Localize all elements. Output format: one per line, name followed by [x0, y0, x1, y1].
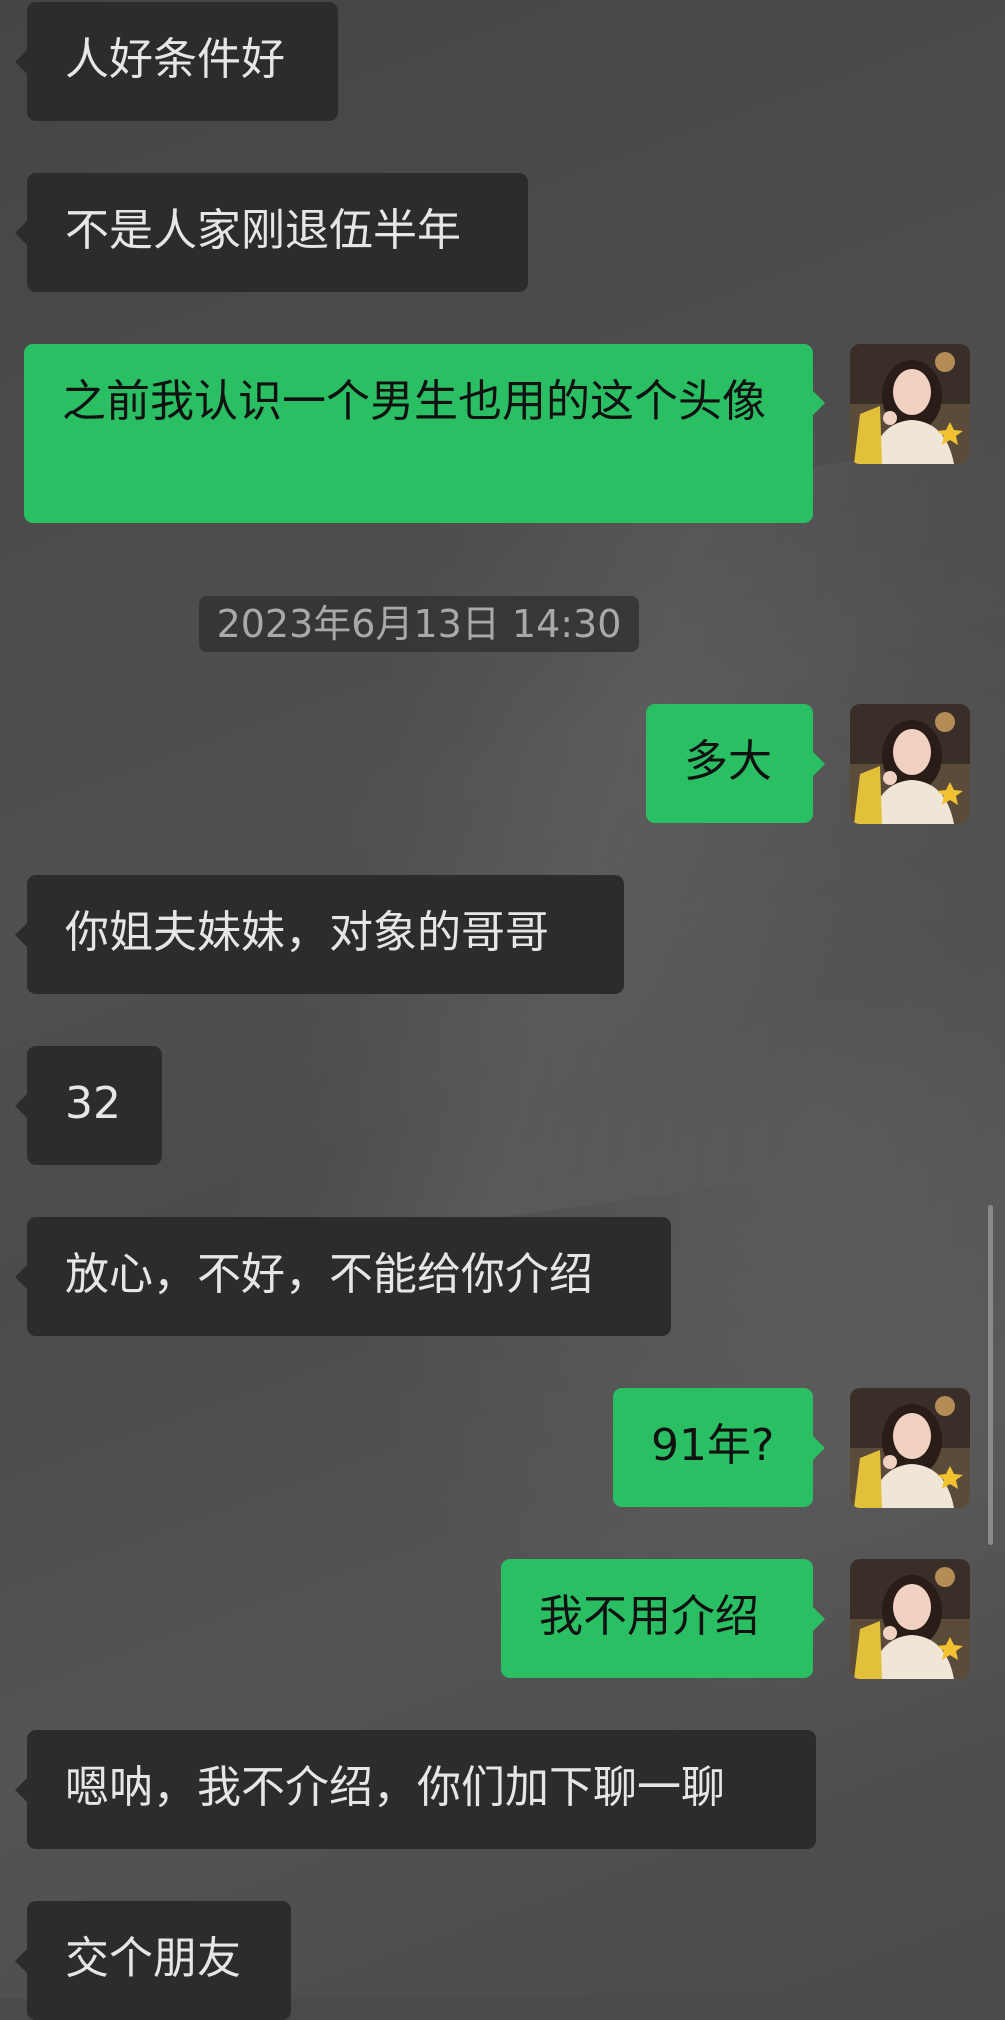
- avatar[interactable]: [850, 704, 970, 824]
- message-text: 你姐夫妹妹，对象的哥哥: [65, 907, 549, 958]
- message-text: 我不用介绍: [539, 1591, 759, 1642]
- user-avatar-icon: [850, 1388, 970, 1508]
- message-text: 嗯呐，我不介绍，你们加下聊一聊: [65, 1762, 725, 1813]
- scrollbar[interactable]: [988, 1205, 993, 1545]
- message-bubble-incoming[interactable]: 放心，不好，不能给你介绍: [15, 1217, 671, 1336]
- message-bubble-outgoing[interactable]: 我不用介绍: [501, 1559, 825, 1678]
- avatar[interactable]: [850, 344, 970, 464]
- user-avatar-icon: [850, 344, 970, 464]
- user-avatar-icon: [850, 1559, 970, 1679]
- message-text: 不是人家刚退伍半年: [65, 205, 461, 256]
- timestamp: 2023年6月13日 14:30: [199, 596, 639, 652]
- message-text: 91年?: [651, 1420, 775, 1471]
- message-text: 之前我认识一个男生也用的这个头像: [62, 376, 766, 427]
- avatar[interactable]: [850, 1388, 970, 1508]
- message-bubble-incoming[interactable]: 交个朋友: [15, 1901, 291, 2020]
- message-bubble-outgoing[interactable]: 之前我认识一个男生也用的这个头像: [24, 344, 825, 523]
- message-bubble-incoming[interactable]: 你姐夫妹妹，对象的哥哥: [15, 875, 624, 994]
- message-bubble-incoming[interactable]: 嗯呐，我不介绍，你们加下聊一聊: [15, 1730, 816, 1849]
- message-bubble-incoming[interactable]: 人好条件好: [15, 2, 338, 121]
- message-bubble-incoming[interactable]: 不是人家刚退伍半年: [15, 173, 528, 292]
- message-text: 放心，不好，不能给你介绍: [65, 1249, 593, 1300]
- message-bubble-incoming[interactable]: 32: [15, 1046, 162, 1165]
- user-avatar-icon: [850, 704, 970, 824]
- message-bubble-outgoing[interactable]: 91年?: [613, 1388, 825, 1507]
- message-bubble-outgoing[interactable]: 多大: [646, 704, 825, 823]
- message-text: 多大: [684, 736, 772, 787]
- message-text: 人好条件好: [65, 34, 285, 85]
- message-text: 交个朋友: [65, 1933, 241, 1984]
- message-text: 32: [65, 1078, 121, 1129]
- avatar[interactable]: [850, 1559, 970, 1679]
